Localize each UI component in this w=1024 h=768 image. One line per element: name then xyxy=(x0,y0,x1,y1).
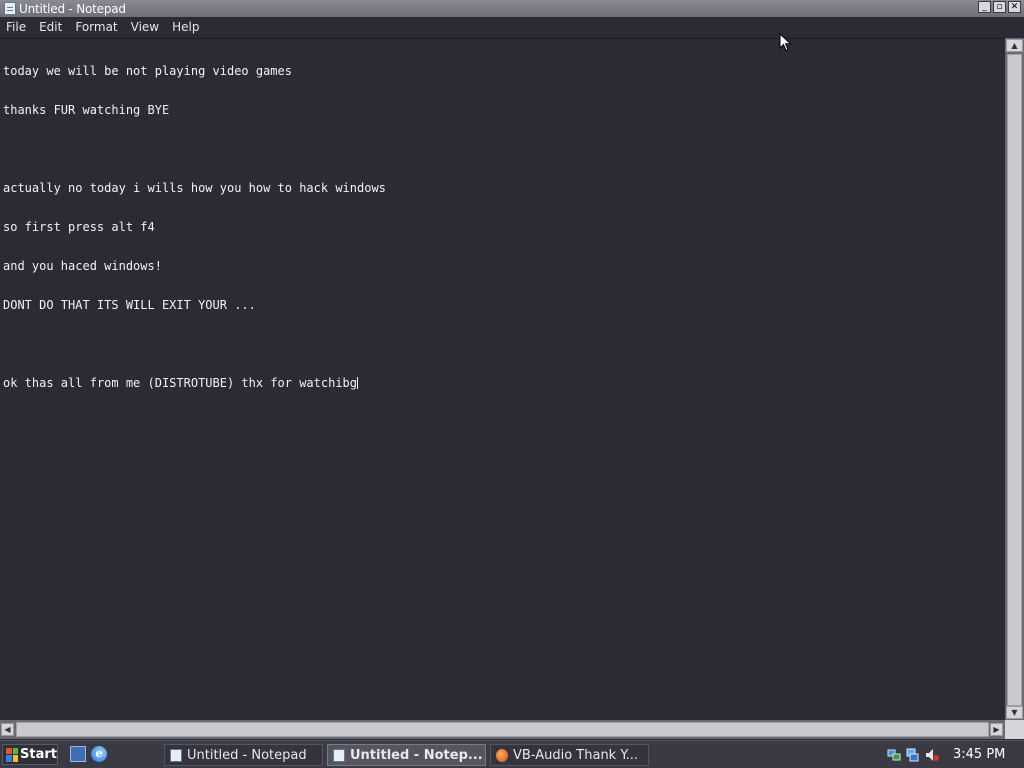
taskbar-button-notepad-1[interactable]: Untitled - Notepad xyxy=(164,744,323,766)
size-grip[interactable] xyxy=(1005,720,1024,739)
start-label: Start xyxy=(20,747,57,762)
notepad-icon xyxy=(4,2,16,15)
notepad-icon xyxy=(170,748,182,762)
taskbar-button-notepad-2[interactable]: Untitled - Notep... xyxy=(327,744,486,766)
notepad-icon xyxy=(333,748,345,762)
firefox-icon xyxy=(496,748,508,762)
scroll-down-arrow-icon[interactable]: ▼ xyxy=(1006,706,1023,719)
text-editor[interactable]: today we will be not playing video games… xyxy=(0,38,1005,720)
task-label: Untitled - Notepad xyxy=(187,747,307,763)
text-line: today we will be not playing video games xyxy=(3,64,292,78)
system-tray: 3:45 PM xyxy=(882,741,1024,768)
vertical-scrollbar[interactable]: ▲ ▼ xyxy=(1005,38,1024,720)
windows-logo-icon xyxy=(6,747,19,762)
taskbar: Start e Untitled - Notepad Untitled - No… xyxy=(0,740,1024,768)
clock[interactable]: 3:45 PM xyxy=(953,747,1005,762)
text-line: so first press alt f4 xyxy=(3,220,155,234)
menu-help[interactable]: Help xyxy=(166,20,206,34)
internet-explorer-icon[interactable]: e xyxy=(91,746,107,762)
mouse-pointer-icon xyxy=(779,33,792,52)
text-line: DONT DO THAT ITS WILL EXIT YOUR ... xyxy=(3,298,256,312)
title-bar[interactable]: Untitled - Notepad _ ▫ ✕ xyxy=(0,0,1024,17)
text-line: thanks FUR watching BYE xyxy=(3,103,170,117)
menu-view[interactable]: View xyxy=(125,20,166,34)
text-line xyxy=(3,338,386,351)
text-caret xyxy=(357,377,359,389)
taskbar-button-vb-audio[interactable]: VB-Audio Thank Y... xyxy=(490,744,649,766)
horizontal-scrollbar[interactable]: ◀ ▶ xyxy=(0,720,1005,739)
minimize-button[interactable]: _ xyxy=(978,1,991,13)
network-icon[interactable] xyxy=(887,748,901,762)
task-label: VB-Audio Thank Y... xyxy=(513,747,639,763)
restore-button[interactable]: ▫ xyxy=(993,1,1006,13)
scroll-left-arrow-icon[interactable]: ◀ xyxy=(1,723,14,736)
volume-muted-icon[interactable] xyxy=(925,748,939,762)
start-button[interactable]: Start xyxy=(2,744,58,765)
menu-format[interactable]: Format xyxy=(69,20,124,34)
window-controls: _ ▫ ✕ xyxy=(978,1,1021,13)
document-text[interactable]: today we will be not playing video games… xyxy=(3,39,386,416)
window-title: Untitled - Notepad xyxy=(19,1,126,16)
show-desktop-icon[interactable] xyxy=(70,746,86,762)
text-line xyxy=(3,143,386,156)
scroll-up-arrow-icon[interactable]: ▲ xyxy=(1006,39,1023,52)
text-line-content: ok thas all from me (DISTROTUBE) thx for… xyxy=(3,376,358,390)
text-line: ok thas all from me (DISTROTUBE) thx for… xyxy=(3,377,386,390)
menu-bar: File Edit Format View Help xyxy=(0,17,1024,37)
menu-edit[interactable]: Edit xyxy=(33,20,69,34)
close-button[interactable]: ✕ xyxy=(1008,1,1021,13)
connection-icon[interactable] xyxy=(906,748,920,762)
text-line: actually no today i wills how you how to… xyxy=(3,181,386,195)
scroll-right-arrow-icon[interactable]: ▶ xyxy=(990,723,1003,736)
menu-file[interactable]: File xyxy=(0,20,33,34)
task-label: Untitled - Notep... xyxy=(350,747,483,763)
text-line: and you haced windows! xyxy=(3,259,162,273)
vertical-scroll-thumb[interactable] xyxy=(1007,54,1022,706)
horizontal-scroll-thumb[interactable] xyxy=(16,722,989,737)
